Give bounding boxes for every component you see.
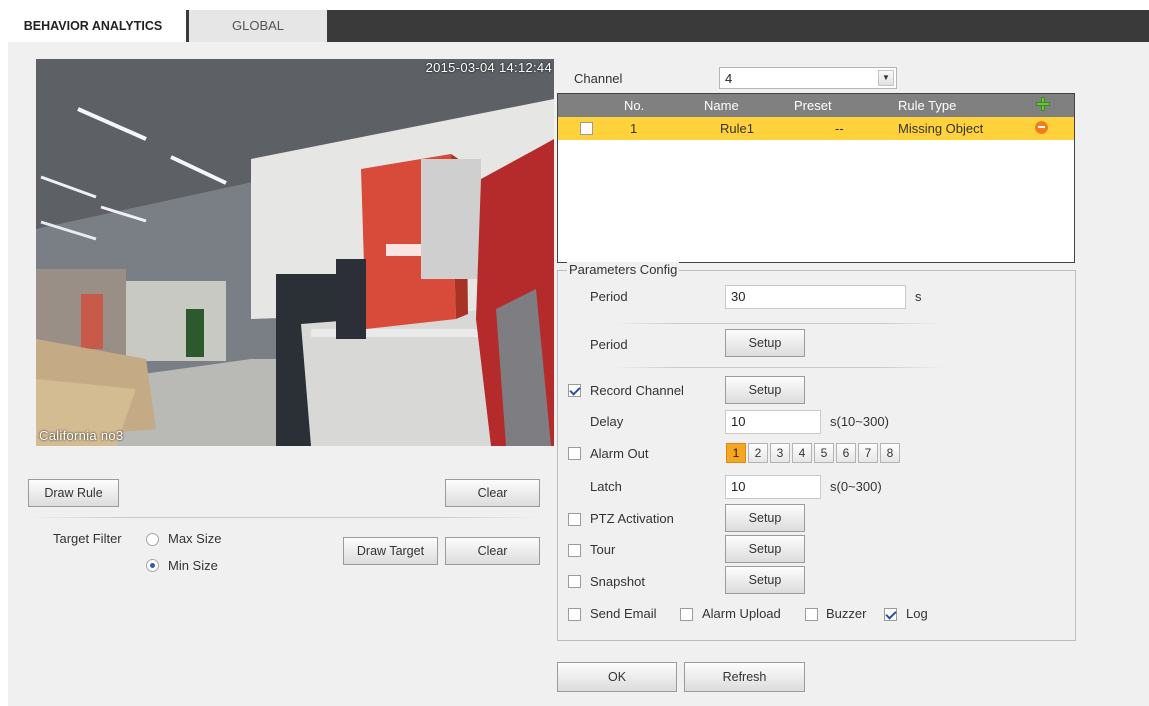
video-preview[interactable]: 2015-03-04 14:12:44 California no3 [36, 59, 554, 446]
send-email-label: Send Email [590, 606, 657, 621]
delay-input[interactable]: 10 [725, 410, 821, 434]
max-size-label: Max Size [168, 531, 222, 546]
top-margin [0, 0, 1149, 10]
alarm-out-label: Alarm Out [590, 446, 649, 461]
header-rule-type: Rule Type [898, 98, 957, 113]
ok-button[interactable]: OK [557, 662, 677, 692]
header-no: No. [624, 98, 645, 113]
refresh-button[interactable]: Refresh [684, 662, 805, 692]
ptz-activation-checkbox[interactable] [568, 513, 581, 526]
video-channel-name: California no3 [39, 428, 124, 443]
header-preset: Preset [794, 98, 832, 113]
alarm-out-1[interactable]: 1 [726, 443, 746, 463]
chevron-down-icon[interactable]: ▼ [878, 70, 894, 86]
period-input[interactable]: 30 [725, 285, 906, 309]
period-unit: s [915, 289, 922, 304]
add-rule-icon[interactable] [1036, 97, 1050, 111]
row-no: 1 [630, 121, 638, 136]
tab-global[interactable]: GLOBAL [189, 10, 327, 42]
latch-unit: s(0~300) [830, 479, 882, 494]
log-checkbox[interactable] [884, 608, 897, 621]
record-channel-setup-button[interactable]: Setup [725, 376, 805, 404]
tour-setup-button[interactable]: Setup [725, 535, 805, 563]
log-label: Log [906, 606, 928, 621]
record-channel-label: Record Channel [590, 383, 684, 398]
delay-label: Delay [590, 414, 624, 429]
draw-target-button[interactable]: Draw Target [343, 537, 438, 565]
period-setup-button[interactable]: Setup [725, 329, 805, 357]
max-size-radio[interactable] [146, 533, 159, 546]
buzzer-checkbox[interactable] [805, 608, 818, 621]
row-rule-type: Missing Object [898, 121, 984, 136]
snapshot-label: Snapshot [590, 574, 645, 589]
camera-scene [36, 59, 554, 446]
target-filter-label: Target Filter [53, 531, 122, 546]
row-preset: -- [835, 121, 844, 136]
alarm-out-7[interactable]: 7 [858, 443, 878, 463]
table-header: No. Name Preset Rule Type [558, 94, 1074, 117]
header-name: Name [704, 98, 739, 113]
alarm-out-checkbox[interactable] [568, 447, 581, 460]
content-panel: 2015-03-04 14:12:44 California no3 Draw … [8, 42, 1149, 706]
alarm-out-8[interactable]: 8 [880, 443, 900, 463]
parameters-config-legend: Parameters Config [567, 262, 680, 277]
delay-unit: s(10~300) [830, 414, 889, 429]
record-channel-checkbox[interactable] [568, 384, 581, 397]
table-row[interactable]: 1 Rule1 -- Missing Object [558, 117, 1074, 140]
clear-rule-button[interactable]: Clear [445, 479, 540, 507]
alarm-upload-checkbox[interactable] [680, 608, 693, 621]
ptz-setup-button[interactable]: Setup [725, 504, 805, 532]
tab-bar: BEHAVIOR ANALYTICS GLOBAL [0, 10, 1149, 42]
min-size-label: Min Size [168, 558, 218, 573]
tab-behavior-analytics[interactable]: BEHAVIOR ANALYTICS [0, 10, 186, 42]
alarm-out-4[interactable]: 4 [792, 443, 812, 463]
buzzer-label: Buzzer [826, 606, 867, 621]
channel-select[interactable]: 4 ▼ [719, 67, 897, 89]
snapshot-setup-button[interactable]: Setup [725, 566, 805, 594]
clear-target-button[interactable]: Clear [445, 537, 540, 565]
min-size-radio[interactable] [146, 559, 159, 572]
tour-label: Tour [590, 542, 616, 557]
remove-rule-icon[interactable] [1035, 121, 1048, 134]
left-separator [28, 517, 540, 518]
video-timestamp: 2015-03-04 14:12:44 [425, 60, 552, 75]
snapshot-checkbox[interactable] [568, 575, 581, 588]
ptz-activation-label: PTZ Activation [590, 511, 674, 526]
tour-checkbox[interactable] [568, 544, 581, 557]
period-label: Period [590, 289, 628, 304]
alarm-upload-label: Alarm Upload [702, 606, 781, 621]
period-schedule-label: Period [590, 337, 628, 352]
latch-label: Latch [590, 479, 622, 494]
period-separator-2 [614, 367, 944, 368]
latch-input[interactable]: 10 [725, 475, 821, 499]
alarm-out-2[interactable]: 2 [748, 443, 768, 463]
row-name: Rule1 [720, 121, 754, 136]
send-email-checkbox[interactable] [568, 608, 581, 621]
rules-table: No. Name Preset Rule Type 1 Rule1 -- Mis… [557, 93, 1075, 263]
alarm-out-5[interactable]: 5 [814, 443, 834, 463]
alarm-out-3[interactable]: 3 [770, 443, 790, 463]
period-separator [614, 323, 944, 324]
channel-label: Channel [574, 71, 623, 86]
alarm-out-6[interactable]: 6 [836, 443, 856, 463]
draw-rule-button[interactable]: Draw Rule [28, 479, 119, 507]
channel-value: 4 [725, 71, 733, 86]
row-checkbox[interactable] [580, 122, 593, 135]
